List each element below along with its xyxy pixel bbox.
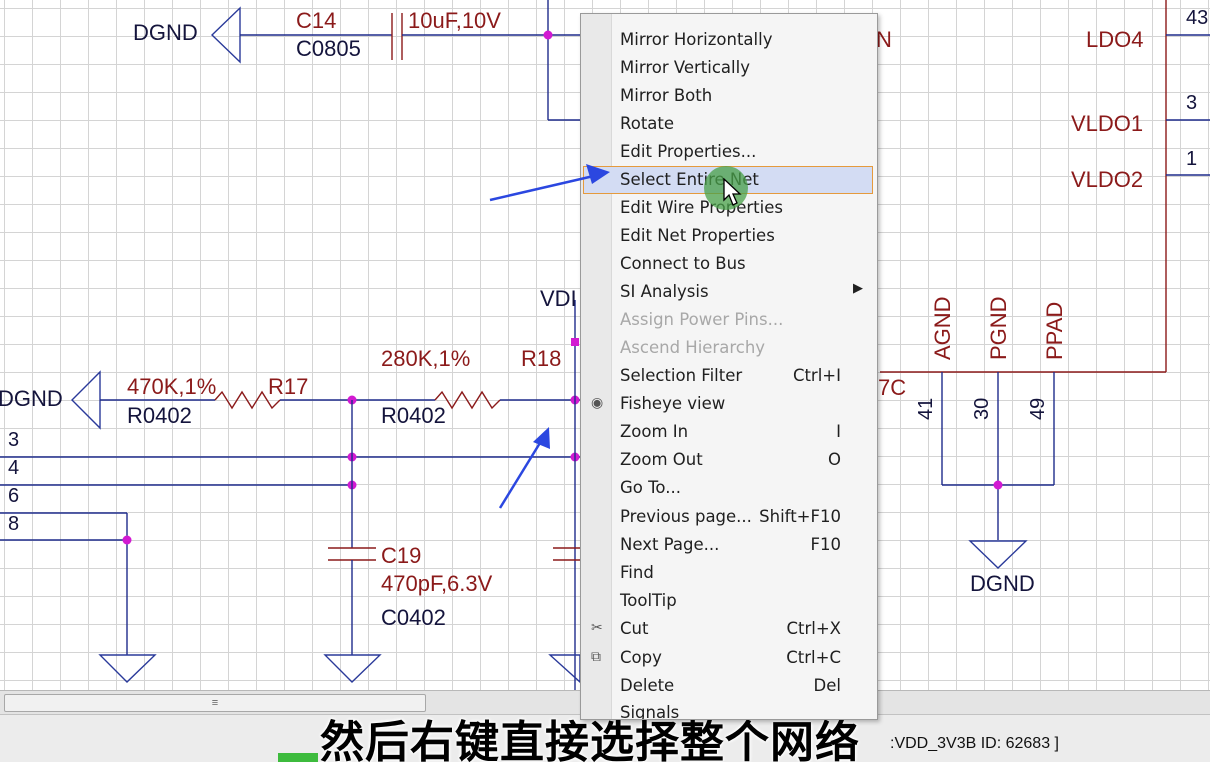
menu-item-label: Assign Power Pins...: [620, 310, 784, 329]
ref-c14: C14: [296, 8, 337, 33]
menu-item-delete[interactable]: Delete Del: [583, 672, 873, 700]
footprint-c19: C0402: [381, 605, 446, 630]
submenu-arrow-icon: ▶: [853, 281, 863, 296]
menu-item-label: Mirror Both: [620, 86, 713, 105]
pin-number-49: 49: [1027, 397, 1049, 420]
net-label-dgnd: DGND: [133, 20, 198, 45]
menu-item-ascend-hierarchy: Ascend Hierarchy: [583, 334, 873, 362]
menu-item-si-analysis[interactable]: SI Analysis ▶: [583, 278, 873, 306]
menu-item-assign-power-pins: Assign Power Pins...: [583, 306, 873, 334]
net-label-partial-7c: 7C: [878, 375, 907, 400]
scissors-icon: ✂: [591, 620, 603, 636]
menu-item-label: Signals: [620, 703, 680, 720]
copy-icon: ⧉: [591, 649, 601, 665]
pin-number-3: 3: [1186, 92, 1198, 114]
value-r18: 280K,1%: [381, 346, 471, 371]
menu-item-edit-properties[interactable]: Edit Properties...: [583, 138, 873, 166]
menu-item-shortcut: I: [836, 422, 841, 441]
menu-item-shortcut: Ctrl+I: [792, 366, 841, 385]
ref-r18: R18: [521, 346, 562, 371]
menu-item-tooltip[interactable]: ToolTip: [583, 587, 873, 615]
pin-number-30: 30: [971, 397, 993, 420]
menu-item-label: Mirror Horizontally: [620, 30, 773, 49]
value-c19: 470pF,6.3V: [381, 571, 493, 596]
menu-item-label: Fisheye view: [620, 394, 726, 413]
menu-item-label: ToolTip: [620, 591, 677, 610]
menu-item-selection-filter[interactable]: Selection Filter Ctrl+I: [583, 362, 873, 390]
net-label-vldo2: VLDO2: [1071, 167, 1144, 192]
net-label-vdd-partial: VDI: [540, 286, 577, 311]
net-label-dgnd-right: DGND: [970, 571, 1035, 596]
menu-item-shortcut: Ctrl+X: [786, 619, 842, 638]
net-label-vldo1: VLDO1: [1071, 111, 1144, 136]
menu-item-zoom-in[interactable]: Zoom In I: [583, 418, 873, 446]
footprint-c14: C0805: [296, 36, 361, 61]
pin-number-6-left: 6: [8, 485, 20, 507]
menu-item-go-to[interactable]: Go To...: [583, 474, 873, 502]
menu-item-label: Edit Wire Properties: [620, 198, 783, 217]
ref-c19: C19: [381, 543, 422, 568]
menu-item-shortcut: Shift+F10: [759, 507, 841, 526]
menu-item-mirror-vertically[interactable]: Mirror Vertically: [583, 54, 873, 82]
menu-item-mirror-both[interactable]: Mirror Both: [583, 82, 873, 110]
pin-number-41: 41: [915, 397, 937, 420]
menu-item-label: Previous page...: [620, 507, 752, 526]
value-r17: 470K,1%: [127, 374, 217, 399]
menu-item-shortcut: Ctrl+C: [786, 648, 841, 667]
mouse-pointer-icon: [723, 178, 742, 206]
menu-item-mirror-horizontally[interactable]: Mirror Horizontally: [583, 26, 873, 54]
menu-item-label: Zoom In: [620, 422, 689, 441]
context-menu: Mirror Horizontally Mirror Vertically Mirr…: [580, 13, 878, 720]
menu-item-label: Mirror Vertically: [620, 58, 750, 77]
menu-item-shortcut: F10: [810, 535, 842, 554]
menu-item-connect-to-bus[interactable]: Connect to Bus: [583, 250, 873, 278]
menu-item-label: Delete: [620, 676, 675, 695]
menu-item-find[interactable]: Find: [583, 559, 873, 587]
menu-item-label: Edit Net Properties: [620, 226, 775, 245]
menu-item-label: Copy: [620, 648, 662, 667]
menu-item-label: Rotate: [620, 114, 675, 133]
menu-item-rotate[interactable]: Rotate: [583, 110, 873, 138]
footprint-r18: R0402: [381, 403, 446, 428]
net-label-ppad: PPAD: [1042, 301, 1067, 360]
menu-item-copy[interactable]: ⧉ Copy Ctrl+C: [583, 644, 873, 672]
eye-icon: ◉: [591, 395, 604, 411]
net-label-partial-n: N: [876, 27, 892, 52]
menu-item-label: Connect to Bus: [620, 254, 746, 273]
menu-item-label: Ascend Hierarchy: [620, 338, 766, 357]
menu-item-previous-page[interactable]: Previous page... Shift+F10: [583, 503, 873, 531]
net-label-pgnd: PGND: [986, 296, 1011, 360]
menu-item-label: SI Analysis: [620, 282, 709, 301]
pin-number-1: 1: [1186, 148, 1198, 170]
pin-number-43: 43: [1186, 7, 1209, 29]
menu-item-label: Zoom Out: [620, 450, 703, 469]
menu-item-next-page[interactable]: Next Page... F10: [583, 531, 873, 559]
menu-item-zoom-out[interactable]: Zoom Out O: [583, 446, 873, 474]
ref-r17: R17: [268, 374, 309, 399]
menu-item-fisheye-view[interactable]: ◉ Fisheye view: [583, 390, 873, 418]
menu-item-edit-net-properties[interactable]: Edit Net Properties: [583, 222, 873, 250]
menu-item-label: Selection Filter: [620, 366, 743, 385]
menu-item-shortcut: Del: [813, 676, 841, 695]
menu-item-label: Next Page...: [620, 535, 720, 554]
net-label-ldo4: LDO4: [1086, 27, 1144, 52]
value-c14: 10uF,10V: [408, 8, 501, 33]
menu-item-shortcut: O: [828, 450, 841, 469]
footprint-r17: R0402: [127, 403, 192, 428]
pin-number-8-left: 8: [8, 513, 20, 535]
menu-item-cut[interactable]: ✂ Cut Ctrl+X: [583, 615, 873, 643]
menu-item-label: Edit Properties...: [620, 142, 757, 161]
net-label-dgnd-left: DGND: [0, 386, 63, 411]
menu-item-signals[interactable]: Signals: [583, 699, 873, 720]
net-label-agnd: AGND: [930, 296, 955, 360]
menu-item-label: Find: [620, 563, 654, 582]
menu-item-label: Cut: [620, 619, 649, 638]
menu-item-label: Go To...: [620, 478, 681, 497]
pin-number-3-left: 3: [8, 429, 20, 451]
pin-number-4-left: 4: [8, 457, 20, 479]
status-net-info: :VDD_3V3B ID: 62683 ]: [890, 735, 1059, 752]
